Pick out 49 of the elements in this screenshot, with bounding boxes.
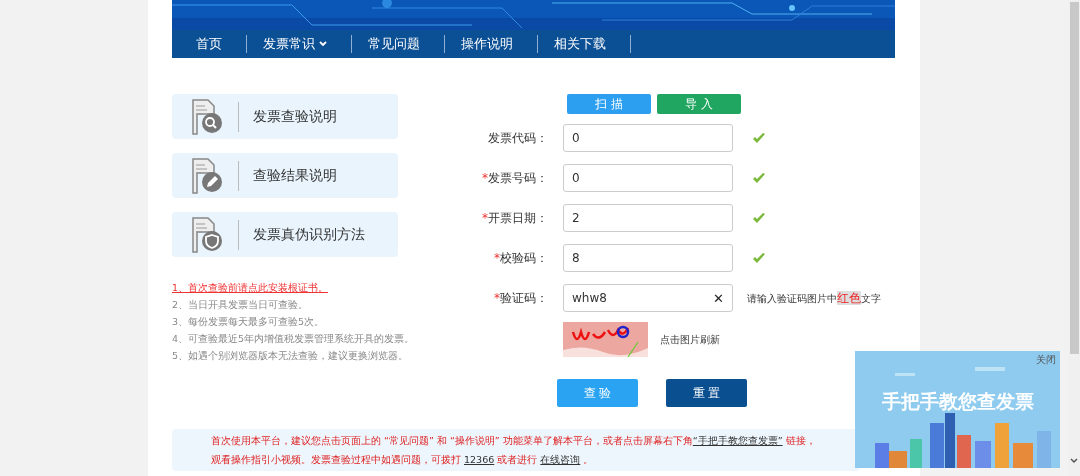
input-field[interactable]: 2 bbox=[563, 204, 733, 232]
check-icon bbox=[752, 172, 766, 184]
note-text: 4、可查验最近5年内增值税发票管理系统开具的发票。 bbox=[172, 332, 415, 345]
note-text: 3、每份发票每天最多可查验5次。 bbox=[172, 315, 325, 328]
input-field[interactable]: 0 bbox=[563, 164, 733, 192]
check-icon bbox=[752, 132, 766, 144]
nav-link[interactable]: 首页 bbox=[180, 35, 247, 53]
field-label: *发票号码： bbox=[481, 169, 548, 187]
notice-link[interactable]: 在线咨询 bbox=[540, 454, 581, 465]
install-link[interactable]: 1、首次查验前请点此安装根证书。 bbox=[172, 281, 329, 294]
help-card[interactable]: 查验结果说明 bbox=[172, 153, 398, 198]
refresh-hint: 点击图片刷新 bbox=[660, 332, 720, 347]
required-mark: * bbox=[494, 290, 500, 305]
required-mark: * bbox=[482, 210, 488, 225]
input-field[interactable]: 8 bbox=[563, 244, 733, 272]
field-label: *校验码： bbox=[493, 249, 548, 267]
check-icon bbox=[752, 212, 766, 224]
required-mark: * bbox=[482, 170, 488, 185]
document-search-icon bbox=[190, 97, 224, 136]
captcha-hint: 请输入验证码图片中红色文字 bbox=[747, 289, 881, 307]
nav-link[interactable]: 常见问题 bbox=[352, 35, 445, 53]
notice-link[interactable]: 12366 bbox=[464, 454, 495, 465]
note-text: 2、当日开具发票当日可查验。 bbox=[172, 298, 309, 311]
document-edit-icon bbox=[190, 156, 224, 195]
help-card[interactable]: 发票查验说明 bbox=[172, 94, 398, 139]
nav-link[interactable]: 相关下载 bbox=[538, 35, 631, 53]
card-title: 查验结果说明 bbox=[253, 166, 337, 185]
chevron-down-icon[interactable] bbox=[1070, 458, 1078, 464]
card-title: 发票真伪识别方法 bbox=[253, 225, 365, 244]
required-mark: * bbox=[494, 250, 500, 265]
close-link[interactable]: 关闭 bbox=[1036, 353, 1056, 367]
document-shield-icon bbox=[190, 215, 224, 254]
notice-link[interactable]: “手把手教您查发票” bbox=[692, 435, 783, 446]
chevron-down-icon bbox=[319, 41, 327, 47]
field-label: *开票日期： bbox=[481, 209, 548, 227]
input-field[interactable]: 0 bbox=[563, 124, 733, 152]
note-text: 5、如遇个别浏览器版本无法查验，建议更换浏览器。 bbox=[172, 349, 409, 362]
ad-title: 手把手教您查发票 bbox=[880, 389, 1035, 414]
nav-link[interactable]: 操作说明 bbox=[445, 35, 538, 53]
field-label: 发票代码： bbox=[487, 129, 548, 147]
nav-link[interactable]: 发票常识 bbox=[247, 35, 352, 53]
reset-button[interactable]: 重 置 bbox=[666, 379, 747, 407]
card-title: 发票查验说明 bbox=[253, 107, 337, 126]
check-icon bbox=[752, 252, 766, 264]
field-label: *验证码： bbox=[493, 289, 548, 307]
input-field[interactable]: whw8 ✕ bbox=[563, 284, 733, 312]
notice-text: 首次使用本平台，建议您点击页面上的 “常见问题” 和 “操作说明” 功能菜单了解本平台，或者点击屏幕右下角“手把手教您查发票” 链接，观看操作指引小视频。发票查验过程中如遇问题，可拨打 12366 或者进行 在线咨询 。 bbox=[211, 434, 817, 467]
help-card[interactable]: 发票真伪识别方法 bbox=[172, 212, 398, 257]
clear-button[interactable]: ✕ bbox=[713, 290, 724, 306]
